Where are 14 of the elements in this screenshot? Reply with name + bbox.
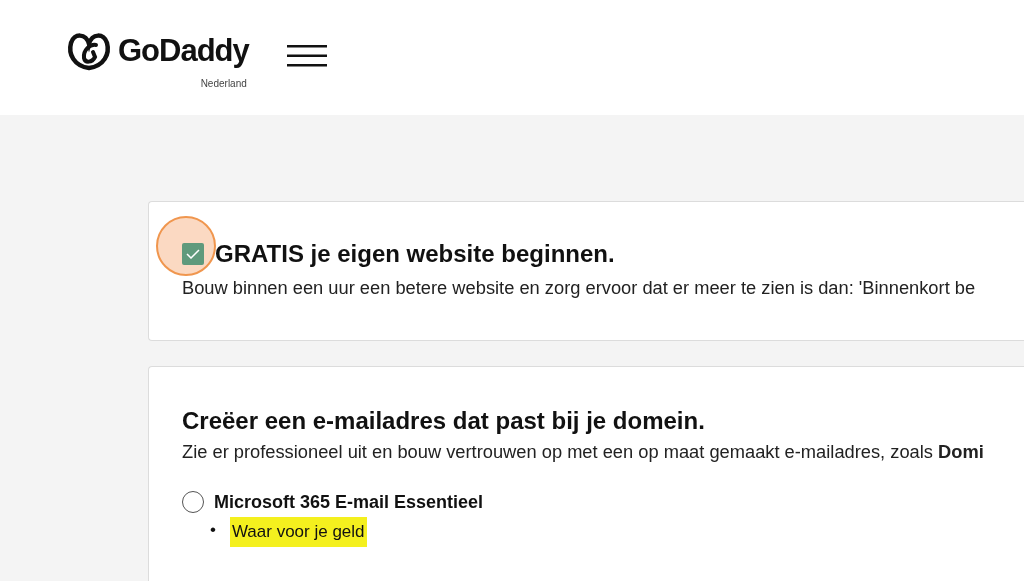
- logo-text: GoDaddy: [118, 33, 249, 69]
- menu-icon[interactable]: [286, 45, 327, 67]
- card-title: GRATIS je eigen website beginnen.: [215, 240, 615, 268]
- logo-icon: [66, 30, 112, 72]
- bullet: •: [210, 519, 216, 541]
- card-description: Bouw binnen een uur een betere website en zorg ervoor dat er meer te zien is dan: 'Binnenkort be: [182, 277, 977, 299]
- option-label: Microsoft 365 E-mail Essentieel: [214, 491, 484, 513]
- checkmark-icon: [186, 249, 200, 259]
- radio-button[interactable]: [182, 491, 204, 513]
- card-description: Zie er professioneel uit en bouw vertrouwen op met een op maat gemaakt e-mailadres, zoals Domi: [182, 441, 985, 463]
- region-label: Nederland: [200, 78, 247, 89]
- feature-text: Waar voor je geld: [229, 517, 367, 547]
- card-title: Creëer een e-mailadres dat past bij je domein.: [182, 407, 706, 435]
- checkbox[interactable]: [182, 243, 204, 265]
